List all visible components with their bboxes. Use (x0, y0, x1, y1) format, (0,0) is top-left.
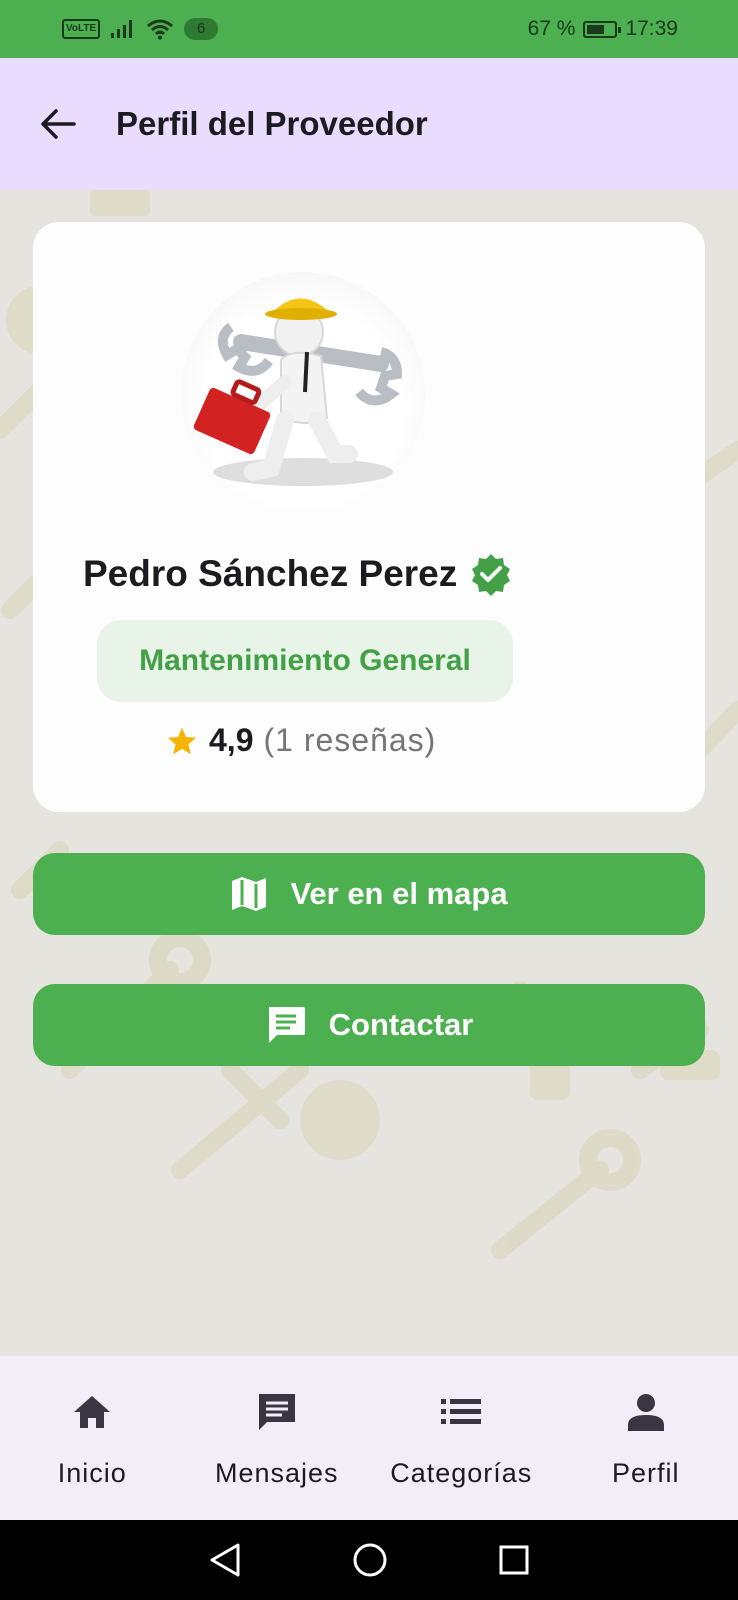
wifi-icon (147, 19, 174, 40)
status-left: VoLTE 6 (62, 18, 219, 40)
bottom-navigation: Inicio Mensajes Categorías Perfil (0, 1356, 738, 1520)
verified-badge-icon (472, 554, 511, 596)
system-recents-icon[interactable] (498, 1544, 530, 1576)
battery-icon (583, 20, 622, 38)
chat-icon (268, 1007, 305, 1043)
list-icon (441, 1390, 482, 1434)
nav-item-inicio[interactable]: Inicio (0, 1356, 185, 1520)
arrow-back-icon (41, 109, 76, 139)
provider-name: Pedro Sánchez Perez (83, 553, 458, 594)
screen: VoLTE 6 67 % 17:39 Perfil del Proveedor … (0, 0, 738, 1600)
map-icon (232, 877, 267, 911)
system-back-icon[interactable] (208, 1542, 242, 1578)
nav-item-categorias[interactable]: Categorías (369, 1356, 554, 1520)
nav-label-inicio: Inicio (57, 1458, 127, 1488)
battery-percent: 67 % (527, 17, 576, 40)
back-button[interactable] (38, 104, 78, 144)
signal-icon (111, 20, 133, 38)
view-on-map-label: Ver en el mapa (290, 876, 508, 911)
category-chip: Mantenimiento General (97, 620, 513, 702)
rating-value: 4,9 (209, 722, 254, 758)
contact-label: Contactar (328, 1007, 474, 1042)
status-right: 67 % 17:39 (528, 17, 678, 41)
review-count: (1 reseñas) (263, 722, 437, 758)
nav-label-categorias: Categorías (390, 1458, 533, 1488)
system-home-icon[interactable] (352, 1542, 388, 1578)
star-icon (168, 727, 196, 754)
view-on-map-button[interactable]: Ver en el mapa (33, 853, 705, 935)
provider-profile-card: Pedro Sánchez Perez Mantenimiento Genera… (33, 222, 705, 812)
provider-avatar (181, 272, 425, 516)
rating-row: 4,9 (1 reseñas) (165, 722, 436, 759)
contact-button[interactable]: Contactar (33, 984, 705, 1066)
page-title: Perfil del Proveedor (116, 105, 428, 142)
system-navigation-bar (0, 1520, 738, 1600)
app-bar: Perfil del Proveedor (0, 58, 738, 190)
home-icon (72, 1390, 112, 1434)
message-icon (256, 1390, 298, 1434)
nav-label-mensajes: Mensajes (214, 1458, 339, 1488)
clock: 17:39 (625, 17, 678, 40)
person-icon (627, 1390, 664, 1434)
worker-illustration (193, 298, 403, 486)
nav-label-perfil: Perfil (611, 1458, 680, 1488)
status-bar: VoLTE 6 67 % 17:39 (0, 0, 738, 58)
sim-badge: 6 (184, 18, 219, 40)
nav-item-perfil[interactable]: Perfil (554, 1356, 738, 1520)
volte-indicator: VoLTE (62, 19, 101, 39)
provider-name-row: Pedro Sánchez Perez (83, 552, 513, 596)
nav-item-mensajes[interactable]: Mensajes (185, 1356, 370, 1520)
